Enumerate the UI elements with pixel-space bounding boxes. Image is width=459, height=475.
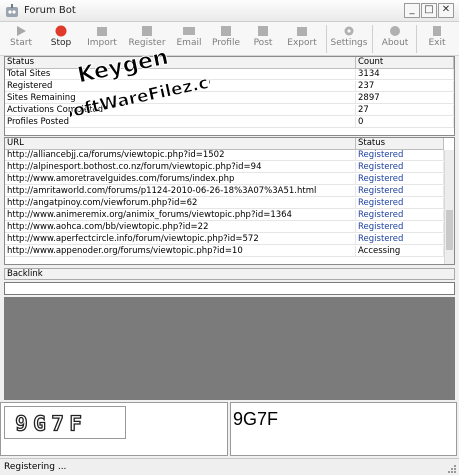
count-column-header[interactable]: Count (356, 57, 454, 69)
email-icon (183, 27, 195, 35)
minimize-button[interactable]: _ (404, 3, 420, 18)
about-button[interactable]: About (376, 22, 414, 56)
url-cell[interactable]: http://www.animeremix.org/animix_forums/… (5, 210, 356, 221)
url-status-cell: Registered (356, 150, 444, 161)
url-table[interactable]: URL Status http://alliancebjj.ca/forums/… (4, 137, 455, 265)
stop-icon (55, 25, 67, 37)
count-cell: 0 (356, 117, 454, 128)
profile-icon (221, 26, 231, 36)
maximize-button[interactable]: □ (421, 3, 437, 18)
vertical-scrollbar[interactable] (444, 150, 454, 264)
post-icon (258, 26, 268, 36)
captcha-panel: 9G7F (0, 402, 228, 456)
scrollbar-thumb[interactable] (446, 210, 453, 250)
url-status-cell: Registered (356, 234, 444, 245)
count-cell: 27 (356, 105, 454, 116)
url-column-header[interactable]: URL (5, 138, 356, 150)
import-icon (97, 27, 107, 36)
exit-icon (433, 26, 441, 36)
start-button[interactable]: Start (2, 22, 40, 56)
url-status-cell: Registered (356, 222, 444, 233)
watermark-line-1: Keygen (75, 45, 170, 89)
url-cell[interactable]: http://alliancebjj.ca/forums/viewtopic.p… (5, 150, 356, 161)
toolbar-separator (326, 25, 327, 53)
url-cell[interactable]: http://angatpinoy.com/viewforum.php?id=6… (5, 198, 356, 209)
captcha-image: 9G7F (4, 406, 126, 439)
captcha-text: 9G7F (15, 411, 87, 435)
url-status-cell: Registered (356, 186, 444, 197)
url-status-column-header[interactable]: Status (356, 138, 444, 150)
url-status-cell: Registered (356, 210, 444, 221)
info-icon (390, 26, 400, 36)
url-status-cell: Accessing (356, 246, 444, 257)
url-cell[interactable]: http://www.appenoder.org/forums/viewtopi… (5, 246, 356, 257)
register-icon (142, 26, 152, 36)
count-cell: 2897 (356, 93, 454, 104)
url-cell[interactable]: http://alpinesport.bothost.co.nz/forum/v… (5, 162, 356, 173)
url-cell[interactable]: http://www.aperfectcircle.info/forum/vie… (5, 234, 356, 245)
backlink-field[interactable] (4, 282, 455, 295)
url-cell[interactable]: http://amritaworld.com/forums/p1124-2010… (5, 186, 356, 197)
post-button[interactable]: Post (246, 22, 280, 56)
captcha-answer-field[interactable]: 9G7F (230, 402, 457, 456)
export-icon (297, 27, 307, 36)
url-status-cell: Registered (356, 198, 444, 209)
backlink-header: Backlink (4, 268, 455, 280)
gear-icon (344, 26, 354, 36)
url-cell[interactable]: http://www.aohca.com/bb/viewtopic.php?id… (5, 222, 356, 233)
resize-grip-icon[interactable] (447, 464, 457, 474)
exit-button[interactable]: Exit (419, 22, 455, 56)
profile-button[interactable]: Profile (208, 22, 244, 56)
app-icon (6, 4, 18, 17)
status-text: Registering ... (4, 462, 67, 472)
play-icon (17, 26, 26, 36)
log-panel (4, 297, 455, 400)
window-title: Forum Bot (24, 5, 76, 16)
url-status-cell: Registered (356, 162, 444, 173)
settings-button[interactable]: Settings (330, 22, 368, 56)
toolbar-separator (416, 25, 417, 53)
watermark: Keygen SoftWareFilez.com (70, 44, 210, 120)
title-bar: Forum Bot _ □ ✕ (0, 0, 459, 22)
count-cell: 237 (356, 81, 454, 92)
export-button[interactable]: Export (282, 22, 322, 56)
url-cell[interactable]: http://www.amoretravelguides.com/forums/… (5, 174, 356, 185)
status-bar: Registering ... (0, 458, 459, 475)
url-status-cell: Registered (356, 174, 444, 185)
count-cell: 3134 (356, 69, 454, 80)
toolbar-separator (372, 25, 373, 53)
toolbar: Start Stop Import Register Email Profile… (0, 22, 459, 56)
close-button[interactable]: ✕ (438, 3, 454, 18)
